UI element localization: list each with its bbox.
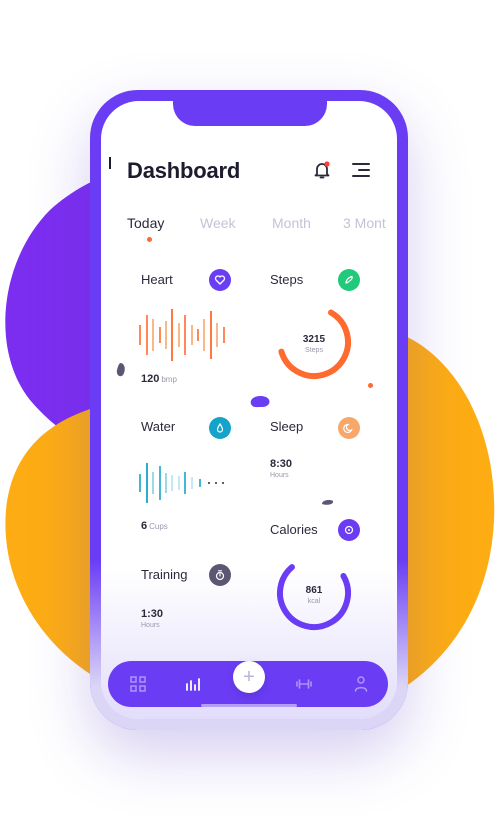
decorative-shape bbox=[322, 500, 334, 505]
bell-icon[interactable] bbox=[311, 159, 333, 181]
calories-value: 861 bbox=[305, 585, 323, 596]
water-drop-icon[interactable] bbox=[209, 417, 231, 439]
dumbbell-icon[interactable] bbox=[295, 675, 313, 693]
active-tab-indicator bbox=[147, 237, 152, 242]
text-cursor bbox=[109, 157, 111, 169]
water-value: 6 Cups bbox=[141, 520, 168, 532]
decorative-dot bbox=[368, 383, 373, 388]
bar-chart-icon[interactable] bbox=[184, 675, 202, 693]
home-indicator bbox=[201, 704, 297, 707]
person-icon[interactable] bbox=[352, 675, 370, 693]
steps-unit: Steps bbox=[305, 347, 323, 354]
tab-month[interactable]: Month bbox=[272, 215, 311, 231]
training-card-label: Training bbox=[141, 567, 188, 582]
heart-rate-waveform bbox=[139, 309, 225, 361]
moon-icon[interactable] bbox=[338, 417, 360, 439]
menu-icon[interactable] bbox=[351, 161, 371, 179]
water-intake-chart bbox=[139, 463, 224, 503]
flame-icon[interactable] bbox=[338, 519, 360, 541]
sleep-card-label: Sleep bbox=[270, 419, 304, 434]
notification-dot bbox=[324, 161, 330, 167]
tab-today[interactable]: Today bbox=[127, 215, 164, 231]
grid-icon[interactable] bbox=[129, 675, 147, 693]
steps-value: 3215 bbox=[302, 334, 326, 345]
tab-3-months[interactable]: 3 Mont bbox=[343, 215, 386, 231]
decorative-shape bbox=[250, 395, 270, 408]
decorative-shape bbox=[116, 363, 125, 377]
stopwatch-icon[interactable] bbox=[209, 564, 231, 586]
calories-unit: kcal bbox=[307, 598, 321, 605]
heart-value: 120 bmp bbox=[141, 373, 177, 385]
steps-card-label: Steps bbox=[270, 272, 304, 287]
training-value: 1:30 bbox=[141, 608, 164, 620]
sleep-value: 8:30 bbox=[270, 458, 293, 470]
phone-notch bbox=[173, 96, 327, 126]
heart-icon[interactable] bbox=[209, 269, 231, 291]
sleep-unit: Hours bbox=[270, 472, 289, 479]
calories-card-label: Calories bbox=[270, 522, 318, 537]
shoe-icon[interactable] bbox=[338, 269, 360, 291]
tab-week[interactable]: Week bbox=[200, 215, 236, 231]
water-card-label: Water bbox=[141, 419, 176, 434]
add-button[interactable]: + bbox=[233, 661, 265, 693]
training-unit: Hours bbox=[141, 622, 160, 629]
page-title: Dashboard bbox=[127, 158, 241, 183]
heart-card-label: Heart bbox=[141, 272, 173, 287]
